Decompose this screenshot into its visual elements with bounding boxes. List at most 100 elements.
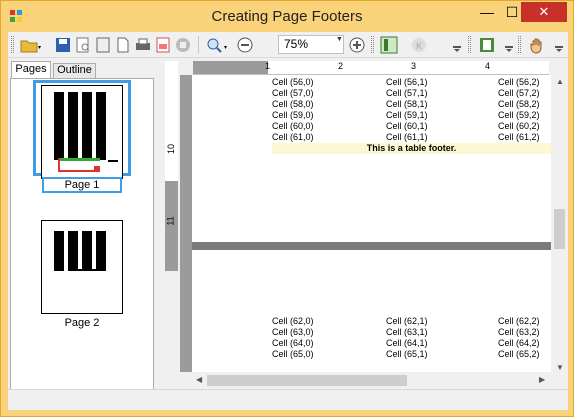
page-2: Cell (62,0) Cell (62,1) Cell (62,2) Cell…: [192, 250, 551, 372]
ruler-margin: [193, 61, 268, 74]
table-cell: Cell (62,0): [272, 316, 314, 326]
table-cell: Cell (59,0): [272, 110, 314, 120]
toolbar-grip[interactable]: [468, 36, 471, 53]
navigation-pane: Pages Outline Page 1 Page 2: [8, 59, 155, 410]
ruler-mark: 4: [485, 61, 491, 71]
chevron-down-icon[interactable]: ▼: [336, 36, 343, 43]
thumbnail-column: [54, 231, 64, 271]
toolbar-separator: [198, 36, 199, 54]
table-cell: Cell (63,1): [386, 327, 428, 337]
thumbnail-column: [68, 92, 78, 160]
svg-text:▾: ▾: [224, 45, 227, 51]
overflow-chevron-icon[interactable]: [554, 36, 564, 54]
table-cell: Cell (61,0): [272, 132, 314, 142]
table-cell: Cell (64,0): [272, 338, 314, 348]
svg-text:▾: ▾: [38, 45, 41, 51]
table-cell: Cell (65,2): [498, 349, 540, 359]
app-window: Creating Page Footers — ☐ ✕ ▾ ▾ 75% ▼ K: [0, 0, 574, 417]
table-cell: Cell (56,1): [386, 77, 428, 87]
document-hscrollbar[interactable]: ◀ ▶: [193, 372, 551, 389]
thumbnail-column: [96, 92, 106, 160]
navigation-icon[interactable]: K: [410, 36, 428, 54]
ruler-mark: 10: [166, 143, 177, 155]
document-vscrollbar[interactable]: ▲ ▼: [551, 75, 568, 377]
thumbnails-icon[interactable]: [380, 36, 398, 54]
thumbnail-column: [78, 269, 98, 271]
outline-icon[interactable]: [478, 36, 496, 54]
tab-outline[interactable]: Outline: [53, 63, 96, 78]
maximize-button[interactable]: ☐: [501, 2, 523, 22]
table-cell: Cell (65,0): [272, 349, 314, 359]
ruler-mark: 2: [338, 61, 344, 71]
table-cell: Cell (56,0): [272, 77, 314, 87]
thumbnail-page-2[interactable]: [41, 220, 123, 314]
ruler-mark: 1: [265, 61, 271, 71]
thumbnail-label[interactable]: Page 1: [42, 177, 122, 193]
table-cell: Cell (59,1): [386, 110, 428, 120]
stop-icon[interactable]: [174, 36, 192, 54]
thumbnail-column: [54, 92, 64, 160]
thumbnail-view-handle[interactable]: [94, 166, 100, 172]
table-cell: Cell (56,2): [498, 77, 540, 87]
ruler-mark: 11: [165, 216, 176, 226]
table-cell: Cell (63,2): [498, 327, 540, 337]
table-cell: Cell (62,2): [498, 316, 540, 326]
table-cell: Cell (57,2): [498, 88, 540, 98]
svg-text:K: K: [416, 41, 422, 51]
table-cell: Cell (64,1): [386, 338, 428, 348]
zoom-combo[interactable]: 75%: [278, 35, 344, 54]
scroll-right-icon[interactable]: ▶: [539, 375, 545, 384]
zoom-in-icon[interactable]: ▾: [205, 36, 231, 54]
thumbnail-label[interactable]: Page 2: [42, 317, 122, 329]
hand-tool-icon[interactable]: [528, 36, 546, 54]
thumbnail-column: [108, 160, 118, 162]
toolbar: ▾ ▾ 75% ▼ K: [8, 32, 568, 58]
table-cell: Cell (61,2): [498, 132, 540, 142]
table-cell: Cell (57,1): [386, 88, 428, 98]
table-cell: Cell (65,1): [386, 349, 428, 359]
new-page-icon[interactable]: [114, 36, 132, 54]
table-footer: This is a table footer.: [272, 143, 551, 154]
close-button[interactable]: ✕: [521, 2, 567, 22]
table-cell: Cell (60,1): [386, 121, 428, 131]
table-cell: Cell (59,2): [498, 110, 540, 120]
table-cell: Cell (64,2): [498, 338, 540, 348]
toolbar-grip[interactable]: [518, 36, 521, 53]
vertical-ruler: 10 11: [165, 61, 178, 271]
open-icon[interactable]: ▾: [20, 36, 42, 54]
scroll-down-icon[interactable]: ▼: [556, 363, 564, 372]
scrollbar-thumb[interactable]: [554, 209, 565, 249]
overflow-chevron-icon[interactable]: [504, 36, 514, 54]
table-cell: Cell (58,1): [386, 99, 428, 109]
zoom-plus-icon[interactable]: [348, 36, 366, 54]
minimize-button[interactable]: —: [475, 2, 499, 22]
thumbnail-column: [96, 231, 106, 271]
document-view[interactable]: Cell (56,0) Cell (56,1) Cell (56,2) Cell…: [180, 75, 551, 372]
status-bar: [8, 389, 568, 410]
export-icon[interactable]: [154, 36, 172, 54]
scrollbar-thumb[interactable]: [207, 375, 407, 386]
thumbnail-column: [68, 231, 78, 271]
zoom-out-icon[interactable]: [236, 36, 254, 54]
thumbnail-list[interactable]: Page 1 Page 2: [10, 78, 154, 410]
table-cell: Cell (63,0): [272, 327, 314, 337]
horizontal-ruler: 1 2 3 4: [193, 61, 549, 75]
tab-pages[interactable]: Pages: [11, 61, 51, 78]
print-icon[interactable]: [134, 36, 152, 54]
table-cell: Cell (60,0): [272, 121, 314, 131]
page-setup-icon[interactable]: [94, 36, 112, 54]
thumbnail-column: [82, 92, 92, 160]
title-bar[interactable]: Creating Page Footers — ☐ ✕: [1, 1, 573, 31]
thumbnail-page-1[interactable]: [41, 85, 123, 179]
client-area: ▾ ▾ 75% ▼ K Pages Outline Page 1 Page 2 …: [8, 32, 568, 410]
thumbnail-column: [82, 231, 92, 271]
scroll-up-icon[interactable]: ▲: [556, 77, 564, 86]
table-cell: Cell (58,2): [498, 99, 540, 109]
scroll-left-icon[interactable]: ◀: [196, 375, 202, 384]
overflow-chevron-icon[interactable]: [452, 36, 462, 54]
table-cell: Cell (62,1): [386, 316, 428, 326]
save-icon[interactable]: [54, 36, 72, 54]
toolbar-grip[interactable]: [11, 36, 14, 53]
toolbar-grip[interactable]: [371, 36, 374, 53]
print-preview-icon[interactable]: [74, 36, 92, 54]
